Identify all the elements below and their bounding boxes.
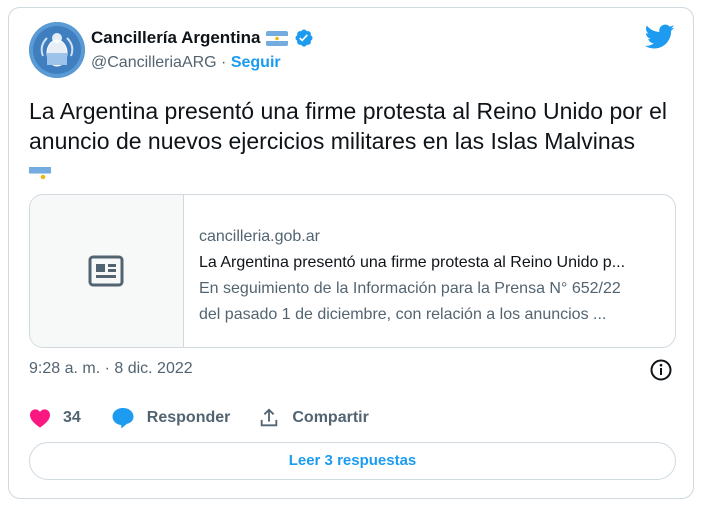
reply-bubble-icon xyxy=(112,408,134,429)
link-domain: cancilleria.gob.ar xyxy=(199,228,320,245)
author-name[interactable]: Cancillería Argentina xyxy=(91,28,260,48)
avatar[interactable] xyxy=(29,22,85,78)
twitter-bird-icon[interactable] xyxy=(645,24,675,50)
like-count: 34 xyxy=(63,409,81,426)
argentina-flag-icon xyxy=(266,30,289,46)
reply-button[interactable]: Responder xyxy=(111,407,231,429)
reply-label: Responder xyxy=(146,409,231,426)
argentina-flag-icon xyxy=(29,164,51,179)
tweet-text: La Argentina presentó una firme protesta… xyxy=(29,96,679,186)
follow-button[interactable]: Seguir xyxy=(231,54,281,71)
link-description-line-1: En seguimiento de la Información para la… xyxy=(199,280,621,297)
argentina-coat-of-arms-icon xyxy=(29,22,85,78)
heart-icon xyxy=(30,409,50,428)
link-preview-card[interactable]: cancilleria.gob.ar La Argentina presentó… xyxy=(29,194,676,348)
author-handle[interactable]: @CancilleriaARG xyxy=(91,54,217,71)
tweet-card: Cancillería Argentina @CancilleriaARG · … xyxy=(8,7,694,499)
verified-badge-icon xyxy=(295,29,313,47)
tweet-text-content: La Argentina presentó una firme protesta… xyxy=(29,98,668,154)
like-button[interactable]: 34 xyxy=(29,408,111,428)
handle-separator: · xyxy=(216,54,231,71)
link-title: La Argentina presentó una firme protesta… xyxy=(199,254,626,271)
share-upload-icon xyxy=(261,408,278,427)
link-description-line-2: del pasado 1 de diciembre, con relación … xyxy=(199,306,607,323)
share-label: Compartir xyxy=(292,409,369,426)
tweet-actions: 34 Responder Compartir xyxy=(29,407,369,429)
tweet-timestamp[interactable]: 9:28 a. m. · 8 dic. 2022 xyxy=(29,360,193,378)
info-icon[interactable] xyxy=(649,358,673,382)
article-icon xyxy=(88,255,124,287)
share-button[interactable]: Compartir xyxy=(258,407,369,429)
read-replies-button[interactable]: Leer 3 respuestas xyxy=(29,442,676,480)
link-thumbnail xyxy=(30,195,184,347)
